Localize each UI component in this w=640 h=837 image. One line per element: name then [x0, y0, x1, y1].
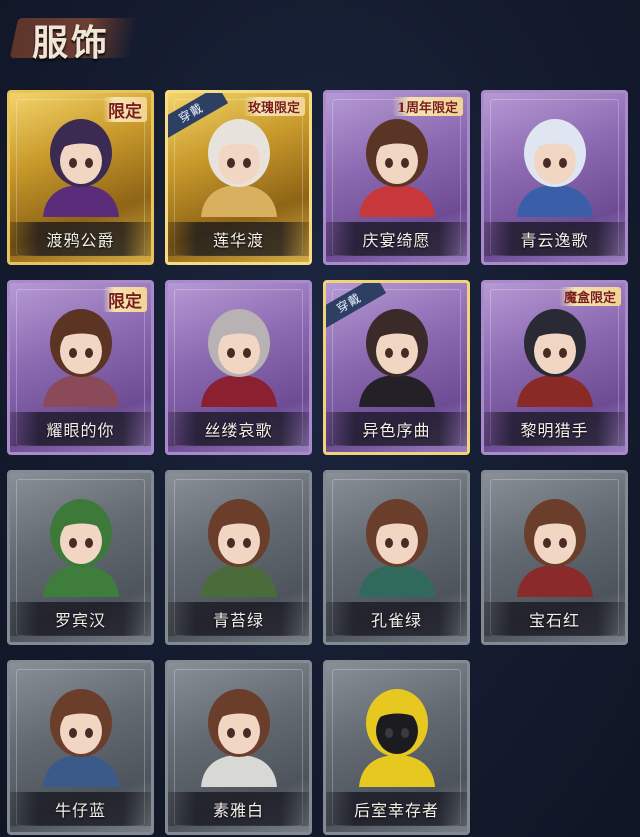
character-portrait — [42, 119, 119, 217]
costume-card[interactable]: 魔盒限定黎明猎手 — [481, 280, 628, 455]
costume-name-bar: 青云逸歌 — [484, 222, 625, 256]
costume-card[interactable]: 牛仔蓝 — [7, 660, 154, 835]
costume-name-bar: 孔雀绿 — [326, 602, 467, 636]
limited-badge: 魔盒限定 — [558, 287, 621, 306]
costume-name: 牛仔蓝 — [54, 801, 106, 820]
costume-card[interactable]: 素雅白 — [165, 660, 312, 835]
costume-card[interactable]: 限定渡鸦公爵 — [7, 90, 154, 265]
costume-name-bar: 丝缕哀歌 — [168, 412, 309, 446]
costume-name-bar: 异色序曲 — [326, 412, 467, 446]
costume-name-bar: 牛仔蓝 — [10, 792, 151, 826]
character-portrait — [358, 499, 435, 597]
costume-name-bar: 庆宴绮愿 — [326, 222, 467, 256]
costume-name-bar: 宝石红 — [484, 602, 625, 636]
costume-card[interactable]: 罗宾汉 — [7, 470, 154, 645]
costume-card[interactable]: 青苔绿 — [165, 470, 312, 645]
costume-name: 庆宴绮愿 — [362, 231, 431, 250]
costume-name-bar: 耀眼的你 — [10, 412, 151, 446]
character-portrait — [42, 499, 119, 597]
character-portrait — [516, 119, 593, 217]
costume-name: 黎明猎手 — [520, 421, 589, 440]
character-portrait — [200, 119, 277, 217]
costume-name-bar: 黎明猎手 — [484, 412, 625, 446]
costume-name: 耀眼的你 — [46, 421, 115, 440]
costume-name: 后室幸存者 — [353, 801, 439, 820]
costume-card[interactable]: 限定耀眼的你 — [7, 280, 154, 455]
character-portrait — [358, 309, 435, 407]
costume-name: 异色序曲 — [362, 421, 431, 440]
character-portrait — [516, 499, 593, 597]
costume-name: 素雅白 — [212, 801, 264, 820]
limited-badge: 限定 — [103, 287, 147, 312]
costume-name-bar: 青苔绿 — [168, 602, 309, 636]
character-portrait — [200, 309, 277, 407]
limited-badge: 1周年限定 — [391, 97, 463, 116]
character-portrait — [200, 689, 277, 787]
costume-name: 渡鸦公爵 — [46, 231, 115, 250]
costume-card[interactable]: 穿戴 异色序曲 — [323, 280, 470, 455]
costume-card[interactable]: 孔雀绿 — [323, 470, 470, 645]
costume-name-bar: 莲华渡 — [168, 222, 309, 256]
character-portrait — [42, 309, 119, 407]
limited-badge: 玫瑰限定 — [242, 97, 305, 116]
costume-name: 青云逸歌 — [520, 231, 589, 250]
character-portrait — [516, 309, 593, 407]
costume-name: 宝石红 — [528, 611, 580, 630]
costume-card[interactable]: 宝石红 — [481, 470, 628, 645]
costume-name: 莲华渡 — [212, 231, 264, 250]
costume-grid: 限定 渡鸦公爵 穿戴 玫瑰限定 莲华渡 1周年限定 庆宴绮愿 青云逸歌 限定 耀眼的你 丝缕哀歌 穿戴… — [0, 0, 640, 837]
costume-name-bar: 罗宾汉 — [10, 602, 151, 636]
costume-name-bar: 渡鸦公爵 — [10, 222, 151, 256]
costume-name-bar: 后室幸存者 — [326, 792, 467, 826]
character-portrait — [200, 499, 277, 597]
costume-name: 青苔绿 — [212, 611, 264, 630]
costume-card[interactable]: 1周年限定庆宴绮愿 — [323, 90, 470, 265]
costume-card[interactable]: 青云逸歌 — [481, 90, 628, 265]
character-portrait — [358, 119, 435, 217]
character-portrait — [42, 689, 119, 787]
limited-badge: 限定 — [103, 97, 147, 122]
costume-card[interactable]: 丝缕哀歌 — [165, 280, 312, 455]
costume-name: 罗宾汉 — [54, 611, 106, 630]
costume-card[interactable]: 穿戴 玫瑰限定 莲华渡 — [165, 90, 312, 265]
costume-name: 丝缕哀歌 — [204, 421, 273, 440]
character-portrait — [358, 689, 435, 787]
costume-name: 孔雀绿 — [370, 611, 422, 630]
costume-name-bar: 素雅白 — [168, 792, 309, 826]
costume-card[interactable]: 后室幸存者 — [323, 660, 470, 835]
